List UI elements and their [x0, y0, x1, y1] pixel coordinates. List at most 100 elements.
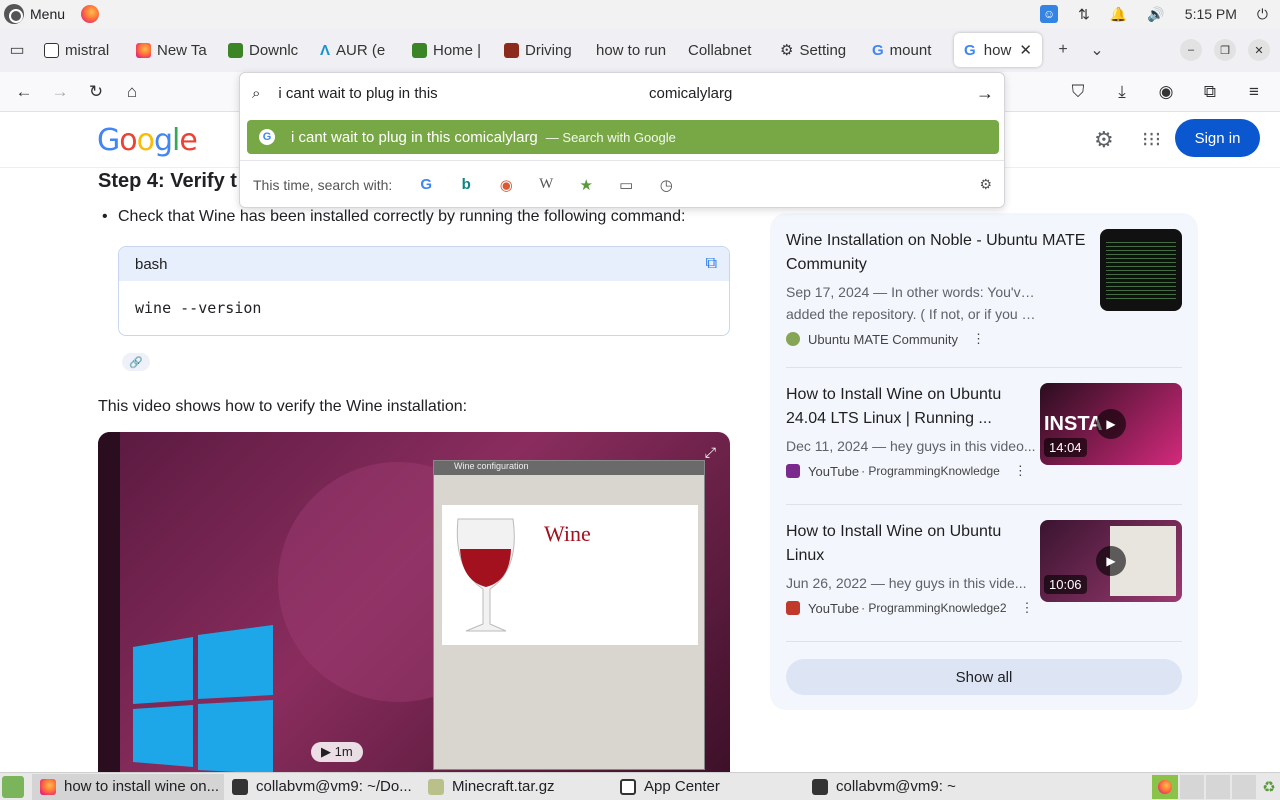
- firefox-launcher-icon[interactable]: [81, 5, 100, 23]
- google-logo[interactable]: Google: [97, 123, 198, 158]
- url-input[interactable]: ⌕ i cant wait to plug in this comicalyla…: [240, 73, 1004, 113]
- code-text: wine --version: [135, 299, 262, 317]
- sign-in-button[interactable]: Sign in: [1175, 119, 1260, 157]
- close-window-icon[interactable]: ✕: [1248, 39, 1270, 61]
- gear-icon: ⚙: [780, 42, 794, 59]
- video-result-3[interactable]: How to Install Wine on Ubuntu Linux Jun …: [786, 520, 1182, 616]
- list-tabs-icon[interactable]: ⌄: [1080, 33, 1114, 67]
- more-options-icon[interactable]: ⋮: [1021, 600, 1034, 616]
- accessibility-icon[interactable]: ☺: [1040, 5, 1059, 23]
- tab-label: Home |: [433, 41, 482, 59]
- link-icon[interactable]: 🔗: [122, 353, 150, 371]
- play-icon[interactable]: ▶: [1096, 546, 1126, 576]
- app-menu-icon[interactable]: ≡: [1236, 74, 1272, 110]
- wine-logo-text: Wine: [544, 521, 591, 546]
- search-engine-row: This time, search with: G b ◉ W ★ ▭ ◷ ⚙: [240, 160, 1004, 208]
- video-thumbnail-3[interactable]: ▶ 10:06: [1040, 520, 1182, 602]
- video-duration: 1m: [334, 744, 353, 759]
- tab-mistral[interactable]: mistral: [34, 33, 126, 67]
- video-thumbnail-2[interactable]: INSTA ▶ 14:04: [1040, 383, 1182, 465]
- copy-icon[interactable]: ⧉: [706, 255, 717, 273]
- tab-how-active[interactable]: Ghow ✕: [954, 33, 1042, 67]
- bing-engine-icon[interactable]: b: [446, 176, 486, 193]
- tab-aur[interactable]: Λ AUR (e: [310, 33, 402, 67]
- source-channel: · ProgrammingKnowledge: [861, 464, 1000, 478]
- workspace-4[interactable]: [1232, 774, 1256, 799]
- tab-collabnet[interactable]: Collabnet: [678, 33, 770, 67]
- taskbar-item-firefox[interactable]: how to install wine on...: [32, 773, 224, 800]
- video-duration-badge[interactable]: ▶ 1m: [311, 742, 363, 762]
- tabs-icon[interactable]: ▭: [606, 176, 646, 194]
- taskbar-item-terminal-2[interactable]: collabvm@vm9: ~: [804, 774, 996, 800]
- clock[interactable]: 5:15 PM: [1185, 6, 1237, 22]
- terminal-icon: [232, 778, 248, 795]
- duckduckgo-engine-icon[interactable]: ◉: [486, 176, 526, 194]
- google-icon: G: [964, 41, 976, 59]
- close-tab-icon[interactable]: ✕: [1019, 41, 1032, 59]
- tab-how-to-run[interactable]: how to run: [586, 33, 678, 67]
- maximize-icon[interactable]: ❐: [1214, 39, 1236, 61]
- video-desc: Dec 11, 2024 — hey guys in this video...: [786, 438, 1036, 454]
- video-result-1[interactable]: Wine Installation on Noble - Ubuntu MATE…: [786, 229, 1182, 347]
- notification-bell-icon[interactable]: 🔔: [1110, 6, 1127, 23]
- menu-button[interactable]: Menu: [0, 4, 100, 24]
- apps-grid-icon[interactable]: ⁝⁝⁝: [1142, 127, 1161, 152]
- tab-settings[interactable]: ⚙ Setting: [770, 33, 862, 67]
- archive-icon: [428, 778, 444, 795]
- account-icon[interactable]: ◉: [1148, 74, 1184, 110]
- bookmarks-icon[interactable]: ★: [566, 176, 606, 194]
- more-options-icon[interactable]: ⋮: [1014, 463, 1027, 479]
- tab-download[interactable]: Downlc: [218, 33, 310, 67]
- tab-mount[interactable]: Gmount: [862, 33, 954, 67]
- video-result-2[interactable]: How to Install Wine on Ubuntu 24.04 LTS …: [786, 383, 1182, 479]
- video-title[interactable]: Wine Installation on Noble - Ubuntu MATE…: [786, 229, 1086, 277]
- pocket-icon[interactable]: ⛉: [1060, 74, 1096, 110]
- tab-label: Driving: [525, 41, 572, 59]
- video-desc-2: added the repository. ( If not, or if yo…: [786, 306, 1036, 322]
- video-title[interactable]: How to Install Wine on Ubuntu Linux: [786, 520, 1026, 568]
- expand-icon[interactable]: ⤢: [705, 444, 716, 461]
- code-header: bash ⧉: [119, 247, 729, 281]
- taskbar: how to install wine on... collabvm@vm9: …: [0, 772, 1280, 800]
- step-title: Step 4: Verify t: [98, 170, 237, 192]
- workspace-1[interactable]: [1152, 774, 1178, 799]
- show-all-button[interactable]: Show all: [786, 659, 1182, 695]
- video-thumbnail-1[interactable]: [1100, 229, 1182, 311]
- wikipedia-engine-icon[interactable]: W: [526, 176, 566, 193]
- tab-label: how: [983, 41, 1012, 59]
- go-arrow-icon[interactable]: →: [976, 83, 994, 104]
- more-options-icon[interactable]: ⋮: [972, 331, 985, 347]
- tab-overview-icon[interactable]: ▭: [0, 33, 34, 67]
- taskbar-item-terminal-1[interactable]: collabvm@vm9: ~/Do...: [224, 774, 420, 800]
- reload-icon[interactable]: ↻: [78, 74, 114, 110]
- taskbar-item-archive[interactable]: Minecraft.tar.gz: [420, 774, 612, 800]
- back-icon[interactable]: ←: [6, 74, 42, 110]
- show-desktop-icon[interactable]: [2, 775, 24, 798]
- settings-gear-icon[interactable]: ⚙: [1094, 127, 1114, 153]
- tab-new-tab[interactable]: New Ta: [126, 33, 218, 67]
- task-label: collabvm@vm9: ~: [836, 778, 956, 795]
- search-suggestion[interactable]: G i cant wait to plug in this comicalyla…: [247, 120, 999, 154]
- workspace-3[interactable]: [1206, 774, 1230, 799]
- play-icon[interactable]: ▶: [1096, 409, 1126, 439]
- video-title[interactable]: How to Install Wine on Ubuntu 24.04 LTS …: [786, 383, 1026, 431]
- new-tab-icon[interactable]: +: [1046, 33, 1080, 67]
- video-thumbnail[interactable]: Wine configuration Wine ▶ 1m ⤢: [98, 432, 730, 774]
- power-icon[interactable]: ⏻: [1257, 6, 1268, 23]
- google-engine-icon[interactable]: G: [406, 176, 446, 193]
- minimize-icon[interactable]: –: [1180, 39, 1202, 61]
- extensions-icon[interactable]: ⧉: [1192, 74, 1228, 110]
- taskbar-item-app-center[interactable]: App Center: [612, 774, 804, 800]
- tab-driving[interactable]: Driving: [494, 33, 586, 67]
- downloads-icon[interactable]: ⤓: [1104, 74, 1140, 110]
- history-icon[interactable]: ◷: [646, 176, 686, 194]
- tab-home[interactable]: Home |: [402, 33, 494, 67]
- forward-icon[interactable]: →: [42, 74, 78, 110]
- ubuntu-mate-icon: [786, 332, 800, 346]
- search-settings-icon[interactable]: ⚙: [979, 176, 992, 193]
- volume-icon[interactable]: 🔊: [1147, 6, 1164, 23]
- trash-icon[interactable]: ♻: [1258, 775, 1280, 799]
- home-icon[interactable]: ⌂: [114, 74, 150, 110]
- network-icon[interactable]: ⇅: [1078, 6, 1090, 23]
- workspace-2[interactable]: [1180, 774, 1204, 799]
